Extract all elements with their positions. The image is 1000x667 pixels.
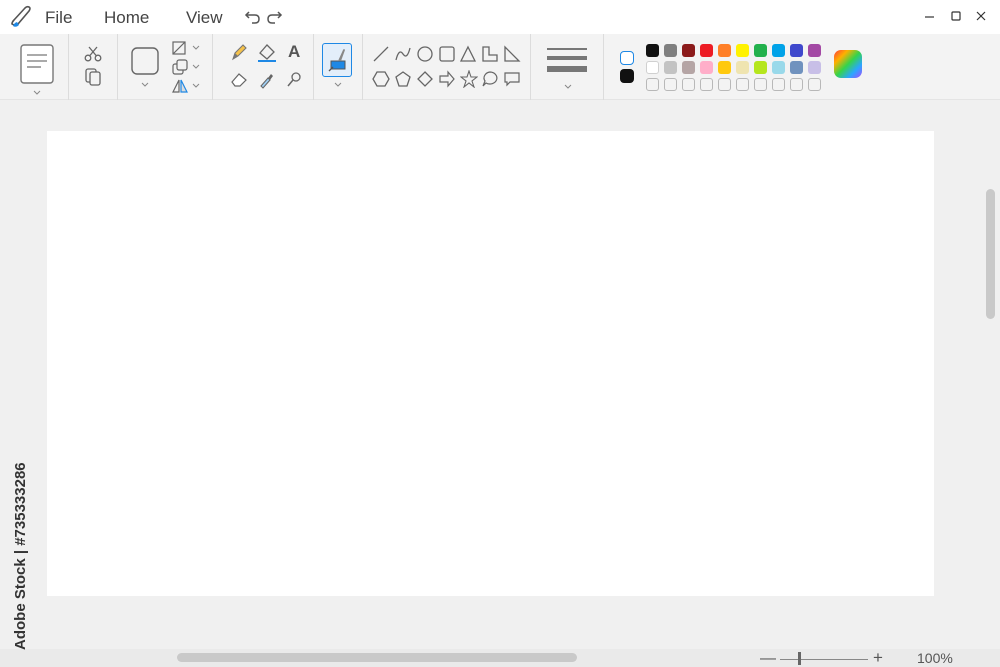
custom-color-slot[interactable] — [700, 78, 713, 91]
color-swatch[interactable] — [772, 44, 785, 57]
color-swatch[interactable] — [682, 44, 695, 57]
zoom-in-button[interactable]: + — [873, 648, 883, 667]
l-shape-icon[interactable] — [481, 45, 499, 63]
chevron-down-icon[interactable] — [564, 84, 572, 90]
color-swatch[interactable] — [790, 61, 803, 74]
color-swatch[interactable] — [808, 61, 821, 74]
custom-color-slot[interactable] — [790, 78, 803, 91]
ribbon-divider — [362, 34, 363, 100]
edit-colors-button[interactable] — [834, 50, 862, 78]
color-swatch[interactable] — [754, 44, 767, 57]
color-swatch[interactable] — [808, 44, 821, 57]
rectangle-select-icon[interactable] — [130, 46, 160, 76]
close-icon[interactable] — [973, 8, 989, 24]
ribbon-divider — [68, 34, 69, 100]
color-swatch[interactable] — [772, 61, 785, 74]
copy-icon[interactable] — [84, 67, 102, 87]
callout-shape-icon[interactable] — [503, 70, 521, 88]
custom-color-slot[interactable] — [736, 78, 749, 91]
ribbon-toolbar: A — [0, 34, 1000, 100]
ribbon-divider — [212, 34, 213, 100]
color-swatch[interactable] — [646, 44, 659, 57]
custom-color-slot[interactable] — [646, 78, 659, 91]
custom-color-slot[interactable] — [682, 78, 695, 91]
zoom-level: 100% — [917, 650, 953, 666]
diamond-shape-icon[interactable] — [416, 70, 434, 88]
color-swatch[interactable] — [754, 61, 767, 74]
zoom-slider-track[interactable] — [780, 659, 868, 660]
pencil-icon[interactable] — [230, 42, 248, 62]
zoom-out-button[interactable]: — — [760, 650, 776, 667]
arrow-shape-icon[interactable] — [438, 70, 456, 88]
secondary-color-swatch[interactable] — [620, 69, 634, 83]
speech-bubble-icon[interactable] — [481, 70, 499, 88]
rectangle-shape-icon[interactable] — [438, 45, 456, 63]
ribbon-divider — [117, 34, 118, 100]
chevron-down-icon[interactable] — [141, 82, 149, 88]
primary-color-swatch[interactable] — [620, 51, 634, 65]
menu-bar: File Home View — [0, 0, 1000, 34]
custom-color-slot[interactable] — [754, 78, 767, 91]
fill-icon[interactable] — [256, 41, 278, 63]
color-swatch[interactable] — [682, 61, 695, 74]
stock-watermark: Adobe Stock | #735333286 — [10, 430, 34, 650]
color-swatch[interactable] — [664, 61, 677, 74]
scissors-icon[interactable] — [84, 45, 102, 63]
color-swatch[interactable] — [664, 44, 677, 57]
menu-file[interactable]: File — [45, 8, 72, 28]
brushes-button[interactable] — [322, 43, 352, 77]
zoom-slider-handle[interactable] — [798, 652, 801, 665]
stroke-size-icon[interactable] — [546, 46, 588, 80]
minimize-icon[interactable] — [922, 8, 938, 24]
color-swatch[interactable] — [736, 61, 749, 74]
horizontal-scrollbar[interactable] — [177, 653, 577, 662]
drawing-canvas[interactable] — [47, 131, 934, 596]
color-swatch[interactable] — [718, 61, 731, 74]
custom-color-slot[interactable] — [772, 78, 785, 91]
resize-icon[interactable] — [171, 58, 189, 76]
color-swatch[interactable] — [646, 61, 659, 74]
ribbon-divider — [530, 34, 531, 100]
star-shape-icon[interactable] — [460, 70, 478, 88]
vertical-scrollbar[interactable] — [986, 189, 995, 319]
eraser-icon[interactable] — [229, 70, 249, 88]
color-swatch[interactable] — [790, 44, 803, 57]
line-shape-icon[interactable] — [372, 45, 390, 63]
crop-icon[interactable] — [171, 40, 187, 56]
curve-shape-icon[interactable] — [394, 45, 412, 63]
right-triangle-shape-icon[interactable] — [503, 45, 521, 63]
menu-home[interactable]: Home — [104, 8, 149, 28]
color-swatch[interactable] — [700, 44, 713, 57]
text-icon[interactable]: A — [288, 42, 300, 62]
custom-color-slot[interactable] — [808, 78, 821, 91]
brush-icon — [328, 49, 346, 72]
oval-shape-icon[interactable] — [416, 45, 434, 63]
color-swatch[interactable] — [736, 44, 749, 57]
paint-brush-icon[interactable] — [9, 4, 35, 30]
chevron-down-icon[interactable] — [192, 64, 200, 70]
color-swatch[interactable] — [718, 44, 731, 57]
undo-icon[interactable] — [244, 8, 262, 26]
stock-watermark-text: Adobe Stock | #735333286 — [12, 462, 29, 650]
color-swatch[interactable] — [700, 61, 713, 74]
rotate-flip-icon[interactable] — [171, 78, 189, 94]
image-select-icon[interactable] — [19, 43, 55, 87]
maximize-icon[interactable] — [948, 8, 964, 24]
custom-color-slot[interactable] — [664, 78, 677, 91]
custom-color-slot[interactable] — [718, 78, 731, 91]
color-picker-icon[interactable] — [257, 69, 275, 89]
chevron-down-icon[interactable] — [192, 45, 200, 51]
triangle-shape-icon[interactable] — [459, 45, 477, 63]
ribbon-divider — [313, 34, 314, 100]
redo-icon[interactable] — [265, 8, 283, 26]
chevron-down-icon[interactable] — [334, 82, 342, 88]
ribbon-divider — [603, 34, 604, 100]
pentagon-shape-icon[interactable] — [394, 70, 412, 88]
hexagon-shape-icon[interactable] — [372, 70, 390, 88]
chevron-down-icon[interactable] — [192, 83, 200, 89]
menu-view[interactable]: View — [186, 8, 223, 28]
magnifier-icon[interactable] — [286, 71, 302, 89]
chevron-down-icon[interactable] — [33, 90, 41, 96]
